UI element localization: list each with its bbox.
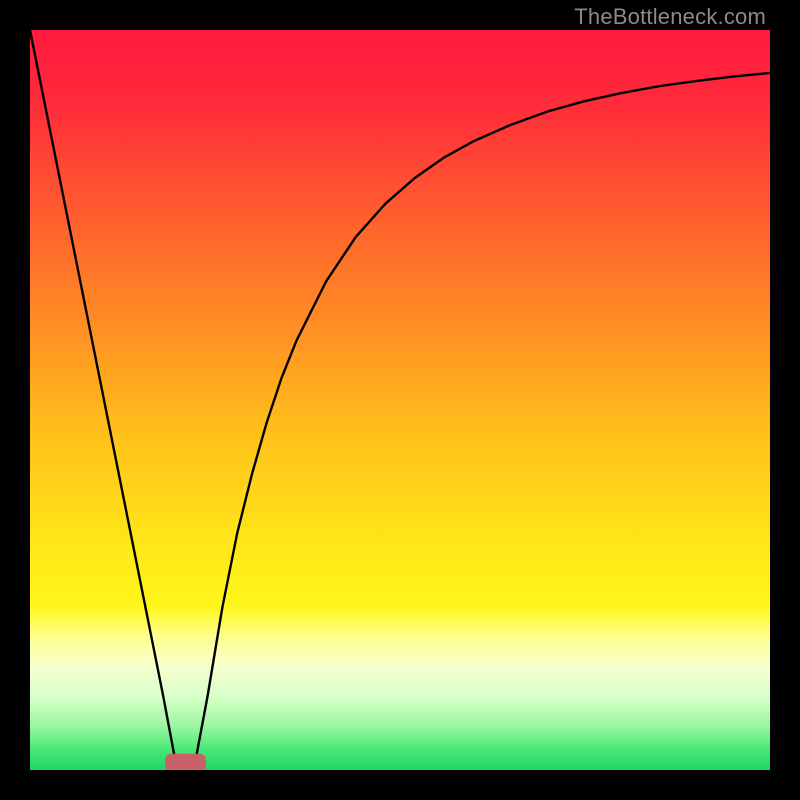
min-marker (165, 754, 206, 770)
chart-frame (30, 30, 770, 770)
bottleneck-curve (30, 30, 770, 759)
chart-plot-area (30, 30, 770, 770)
watermark-text: TheBottleneck.com (574, 4, 766, 30)
